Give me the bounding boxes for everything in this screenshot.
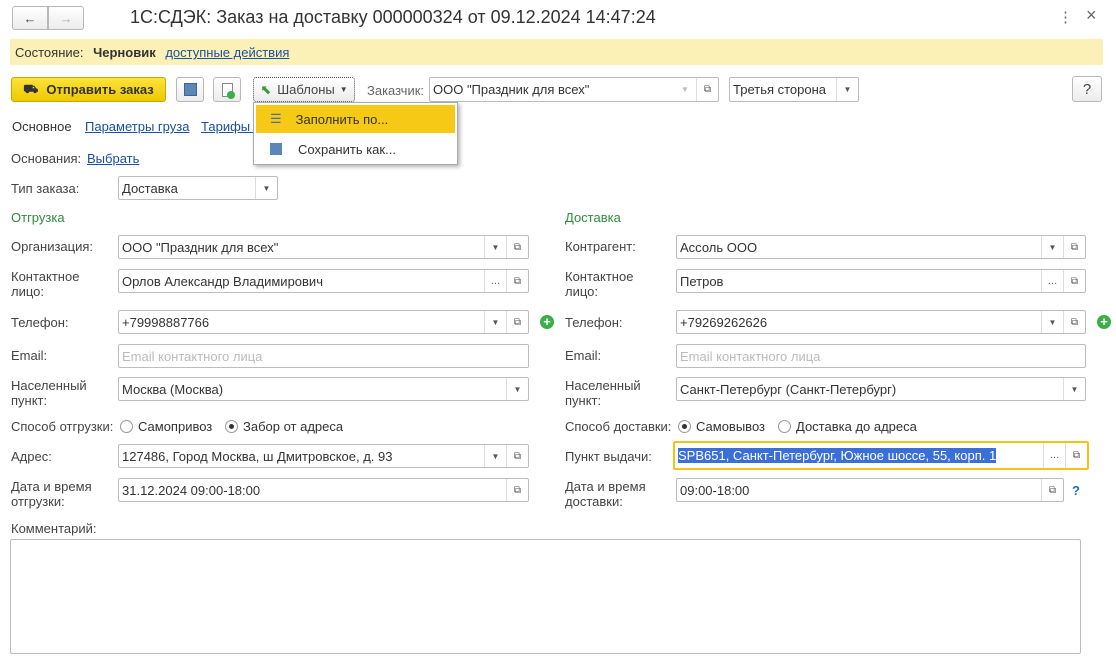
tab-tariffs[interactable]: Тарифы и (201, 119, 261, 134)
window-title: 1С:СДЭК: Заказ на доставку 000000324 от … (130, 7, 656, 27)
org-label: Организация: (11, 239, 94, 254)
shipment-method-label: Способ отгрузки: (11, 419, 114, 434)
section-shipment: Отгрузка (11, 210, 65, 225)
counterparty-label: Контрагент: (565, 239, 636, 254)
send-order-button[interactable]: ⛟ Отправить заказ (11, 77, 166, 102)
open-icon[interactable]: ⧉ (1041, 479, 1063, 501)
fill-icon: ☰ (270, 111, 282, 126)
select-icon[interactable]: … (484, 270, 506, 292)
shipment-date-label: Дата и время отгрузки: (11, 479, 92, 509)
address-field[interactable]: 127486, Город Москва, ш Дмитровское, д. … (118, 444, 529, 468)
phone-label: Телефон: (11, 315, 69, 330)
delivery-phone-field[interactable]: +79269262626 ▼ ⧉ (676, 310, 1086, 334)
delivery-date-label: Дата и время доставки: (565, 479, 646, 509)
contact-label: Контактное лицо: (565, 269, 634, 299)
forward-button[interactable]: → (48, 6, 84, 30)
basis-label: Основания: (11, 151, 82, 166)
delivery-city-field[interactable]: Санкт-Петербург (Санкт-Петербург) ▼ (676, 377, 1086, 401)
email-label: Email: (11, 348, 48, 363)
chevron-down-icon: ▼ (339, 85, 348, 94)
counterparty-field[interactable]: Ассоль ООО ▼ ⧉ (676, 235, 1086, 259)
floppy-icon (183, 83, 197, 96)
tab-main[interactable]: Основное (12, 119, 72, 134)
dropdown-icon[interactable]: ▼ (484, 445, 506, 467)
add-phone-icon[interactable]: + (1097, 315, 1111, 329)
open-icon[interactable]: ⧉ (1063, 236, 1085, 258)
payer-select[interactable]: Третья сторона ▼ (729, 77, 859, 102)
basis-select-link[interactable]: Выбрать (87, 151, 139, 166)
available-actions-link[interactable]: доступные действия (165, 45, 289, 60)
dropdown-icon[interactable]: ▼ (836, 78, 858, 101)
open-icon[interactable]: ⧉ (506, 479, 528, 501)
open-icon[interactable]: ⧉ (506, 311, 528, 333)
radio-pickup-address[interactable]: Забор от адреса (225, 419, 343, 434)
status-value: Черновик (93, 45, 156, 60)
contact-label: Контактное лицо: (11, 269, 80, 299)
dropdown-icon[interactable]: ▼ (1041, 311, 1063, 333)
delivery-date-field[interactable]: 09:00-18:00 ⧉ (676, 478, 1064, 502)
delivery-contact-field[interactable]: Петров… ⧉ (676, 269, 1086, 293)
comment-textarea[interactable] (10, 539, 1081, 654)
comment-label: Комментарий: (11, 521, 97, 536)
dropdown-icon[interactable]: ▼ (674, 78, 696, 101)
dropdown-icon[interactable]: ▼ (255, 177, 277, 199)
select-icon[interactable]: … (1041, 270, 1063, 292)
document-add-icon (221, 82, 235, 99)
floppy-icon (270, 143, 282, 155)
pickup-point-label: Пункт выдачи: (565, 449, 652, 464)
templates-icon: ⬉ (260, 81, 272, 97)
close-icon[interactable]: × (1086, 5, 1097, 26)
select-icon[interactable]: … (1043, 443, 1065, 468)
customer-field[interactable]: ООО "Праздник для всех" ▼ ⧉ (429, 77, 719, 102)
menu-item-save-as[interactable]: Сохранить как... (256, 135, 455, 163)
delivery-email-field[interactable]: Email контактного лица (676, 344, 1086, 368)
open-icon[interactable]: ⧉ (506, 236, 528, 258)
city-label: Населенный пункт: (565, 378, 641, 408)
open-icon[interactable]: ⧉ (1063, 270, 1085, 292)
status-label: Состояние: (15, 45, 84, 60)
city-label: Населенный пункт: (11, 378, 87, 408)
section-delivery: Доставка (565, 210, 621, 225)
open-icon[interactable]: ⧉ (1063, 311, 1085, 333)
create-document-button[interactable] (213, 77, 241, 102)
city-field[interactable]: Москва (Москва) ▼ (118, 377, 529, 401)
dropdown-icon[interactable]: ▼ (484, 311, 506, 333)
open-icon[interactable]: ⧉ (506, 445, 528, 467)
order-type-select[interactable]: Доставка ▼ (118, 176, 278, 200)
tab-cargo[interactable]: Параметры груза (85, 119, 189, 134)
email-label: Email: (565, 348, 602, 363)
delivery-method-label: Способ доставки: (565, 419, 672, 434)
truck-icon: ⛟ (23, 81, 39, 96)
contact-field[interactable]: Орлов Александр Владимирович… ⧉ (118, 269, 529, 293)
back-button[interactable]: ← (12, 6, 48, 30)
phone-field[interactable]: +79998887766 ▼ ⧉ (118, 310, 529, 334)
organization-field[interactable]: ООО "Праздник для всех" ▼ ⧉ (118, 235, 529, 259)
dropdown-icon[interactable]: ▼ (484, 236, 506, 258)
radio-self-pickup[interactable]: Самовывоз (678, 419, 765, 434)
radio-pickup-self[interactable]: Самопривоз (120, 419, 212, 434)
templates-menu: ☰ Заполнить по... Сохранить как... (253, 102, 458, 165)
dropdown-icon[interactable]: ▼ (1041, 236, 1063, 258)
customer-label: Заказчик: (367, 83, 425, 98)
shipment-date-field[interactable]: 31.12.2024 09:00-18:00 ⧉ (118, 478, 529, 502)
address-label: Адрес: (11, 449, 52, 464)
open-icon[interactable]: ⧉ (696, 78, 718, 101)
status-bar: Состояние: Черновик доступные действия (10, 39, 1103, 65)
open-icon[interactable]: ⧉ (506, 270, 528, 292)
radio-delivery-address[interactable]: Доставка до адреса (778, 419, 917, 434)
help-icon[interactable]: ? (1072, 483, 1080, 498)
dropdown-icon[interactable]: ▼ (506, 378, 528, 400)
email-field[interactable]: Email контактного лица (118, 344, 529, 368)
phone-label: Телефон: (565, 315, 623, 330)
save-button[interactable] (176, 77, 204, 102)
templates-button[interactable]: ⬉ Шаблоны ▼ (253, 77, 355, 102)
order-type-label: Тип заказа: (11, 181, 80, 196)
add-phone-icon[interactable]: + (540, 315, 554, 329)
pickup-point-field[interactable]: SPB651, Санкт-Петербург, Южное шоссе, 55… (673, 441, 1089, 470)
more-icon[interactable]: ⋮ (1058, 8, 1073, 26)
help-button[interactable]: ? (1072, 76, 1102, 102)
menu-item-fill[interactable]: ☰ Заполнить по... (256, 105, 455, 133)
open-icon[interactable]: ⧉ (1065, 443, 1087, 468)
dropdown-icon[interactable]: ▼ (1063, 378, 1085, 400)
